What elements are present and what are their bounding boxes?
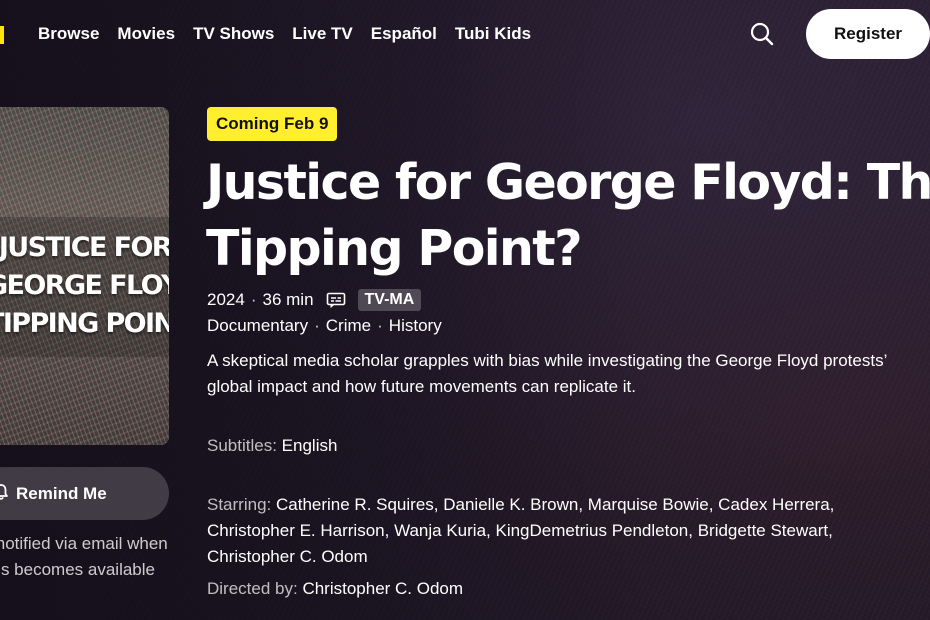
genre-separator: · — [377, 316, 383, 335]
page-title: Justice for George Floyd: The Tipping Po… — [206, 150, 930, 282]
tubi-logo[interactable] — [0, 26, 4, 44]
directed-label: Directed by: — [207, 579, 298, 598]
genre-crime[interactable]: Crime — [326, 316, 371, 336]
nav-browse[interactable]: Browse — [38, 24, 99, 44]
duration: 36 min — [262, 290, 314, 309]
year: 2024 — [207, 290, 245, 309]
subtitles-label: Subtitles: — [207, 436, 277, 455]
genres: Documentary · Crime · History — [207, 316, 442, 336]
remind-me-button[interactable]: Remind Me — [0, 467, 169, 520]
notify-note: Be notified via email when this becomes … — [0, 534, 168, 579]
genre-documentary[interactable]: Documentary — [207, 316, 308, 336]
nav-links: Browse Movies TV Shows Live TV Español T… — [38, 24, 531, 44]
nav-live-tv[interactable]: Live TV — [292, 24, 352, 44]
genre-history[interactable]: History — [389, 316, 442, 336]
genre-separator: · — [314, 316, 320, 335]
meta-separator: · — [250, 290, 257, 309]
starring-label: Starring: — [207, 495, 272, 514]
meta-row: 2024 · 36 min TV-MA — [207, 289, 422, 311]
starring-value: Catherine R. Squires, Danielle K. Brown,… — [207, 495, 835, 566]
starring-row: Starring: Catherine R. Squires, Danielle… — [207, 492, 907, 570]
bell-icon — [0, 483, 10, 501]
top-nav: Browse Movies TV Shows Live TV Español T… — [0, 0, 930, 70]
subtitles-value: English — [281, 436, 338, 455]
nav-movies[interactable]: Movies — [117, 24, 175, 44]
directed-row: Directed by: Christopher C. Odom — [207, 576, 463, 602]
poster-title: JUSTICE FOR GEORGE FLOYD: TIPPING POINT? — [0, 232, 169, 339]
title-line-1: Justice for George Floyd: The — [206, 154, 930, 211]
directed-value: Christopher C. Odom — [302, 579, 464, 598]
rating-badge: TV-MA — [357, 289, 422, 311]
poster-image: JUSTICE FOR GEORGE FLOYD: TIPPING POINT? — [0, 107, 169, 445]
subtitles-icon — [326, 292, 346, 309]
nav-tubi-kids[interactable]: Tubi Kids — [455, 24, 531, 44]
subtitles-row: Subtitles: English — [207, 433, 337, 459]
description: A skeptical media scholar grapples with … — [207, 351, 887, 396]
nav-tv-shows[interactable]: TV Shows — [193, 24, 274, 44]
title-line-2: Tipping Point? — [206, 220, 582, 277]
search-icon[interactable] — [748, 20, 776, 48]
remind-me-label: Remind Me — [16, 483, 107, 503]
coming-soon-badge: Coming Feb 9 — [207, 107, 338, 141]
nav-espanol[interactable]: Español — [371, 24, 437, 44]
register-button[interactable]: Register — [806, 9, 930, 59]
